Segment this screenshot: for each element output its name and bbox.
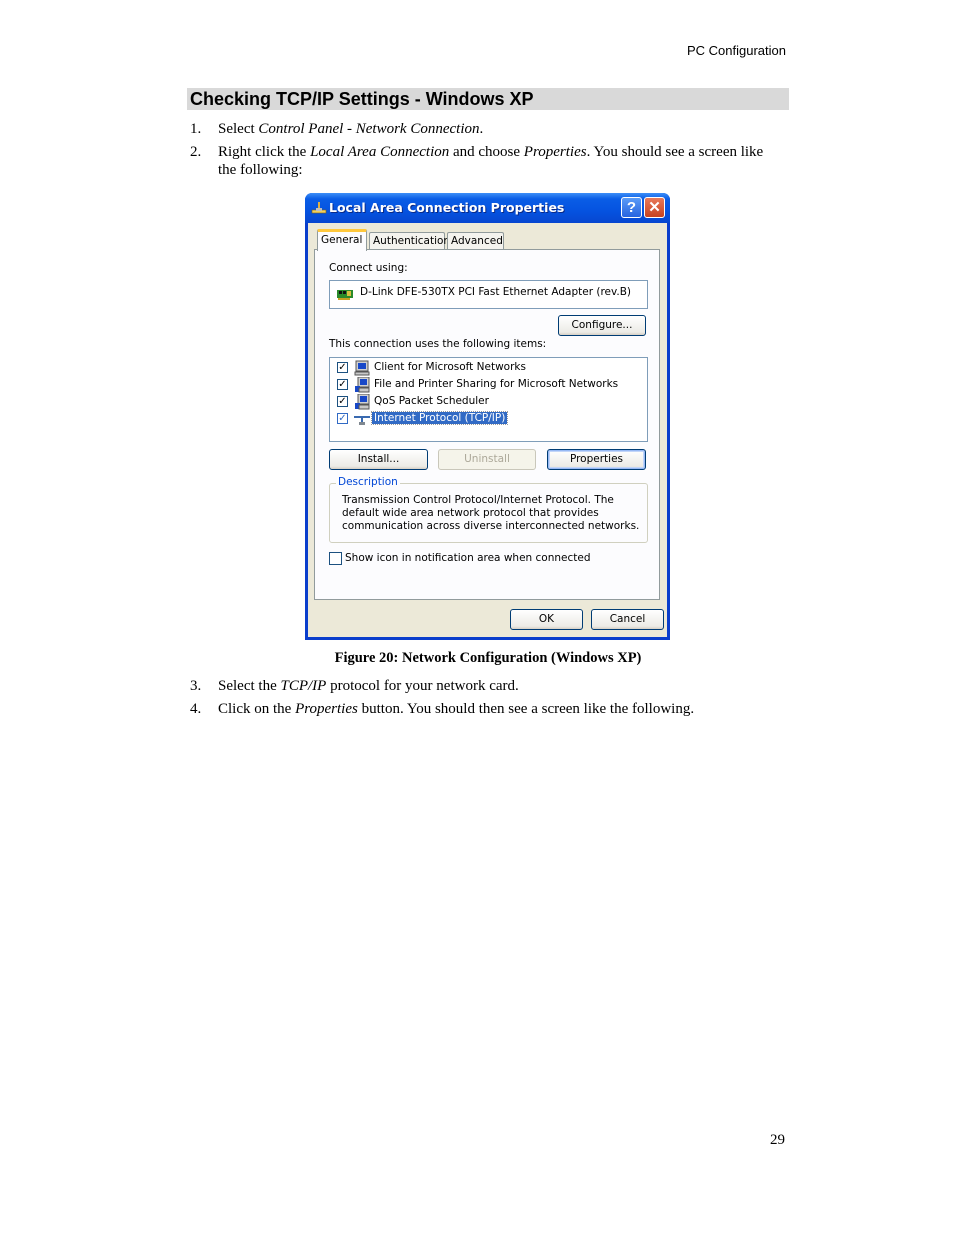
description-legend: Description bbox=[336, 476, 400, 488]
properties-button[interactable]: Properties bbox=[547, 449, 646, 470]
item-checkbox[interactable]: ✓ bbox=[337, 362, 348, 373]
item-label: Client for Microsoft Networks bbox=[374, 361, 526, 373]
ok-button-label: OK bbox=[538, 613, 555, 625]
properties-button-label: Properties bbox=[569, 453, 624, 465]
step-text: Select the TCP/IP protocol for your netw… bbox=[218, 678, 519, 694]
running-head: PC Configuration bbox=[687, 43, 786, 58]
network-client-icon bbox=[354, 360, 370, 376]
general-tab-page: Connect using: D-Link DFE-530TX PCI Fast… bbox=[314, 249, 660, 600]
title-bar[interactable]: Local Area Connection Properties ? ✕ bbox=[305, 193, 670, 223]
dialog-title: Local Area Connection Properties bbox=[329, 200, 565, 215]
item-checkbox[interactable]: ✓ bbox=[337, 396, 348, 407]
list-item-qos-packet-scheduler[interactable]: ✓ QoS Packet Scheduler bbox=[337, 394, 637, 410]
item-label: File and Printer Sharing for Microsoft N… bbox=[374, 378, 619, 390]
configure-button-label: Configure... bbox=[571, 319, 633, 331]
section-heading: Checking TCP/IP Settings - Windows XP bbox=[187, 88, 789, 110]
adapter-name: D-Link DFE-530TX PCI Fast Ethernet Adapt… bbox=[360, 286, 632, 298]
show-icon-label: Show icon in notification area when conn… bbox=[345, 552, 591, 564]
emphasis: Properties bbox=[523, 144, 587, 160]
tab-authentication[interactable]: Authentication bbox=[369, 232, 450, 250]
network-protocol-icon bbox=[354, 416, 370, 425]
item-checkbox[interactable]: ✓ bbox=[337, 379, 348, 390]
step-text: Right click the Local Area Connection an… bbox=[218, 144, 764, 178]
uninstall-button-label: Uninstall bbox=[464, 453, 510, 465]
adapter-field: D-Link DFE-530TX PCI Fast Ethernet Adapt… bbox=[329, 280, 648, 309]
step-number: 3. bbox=[190, 678, 202, 694]
network-service-icon bbox=[355, 377, 370, 393]
page-number: 29 bbox=[770, 1132, 785, 1148]
list-item-file-and-printer-sharing[interactable]: ✓ File and Printer Sharing for Microsoft… bbox=[337, 377, 637, 393]
network-connection-icon bbox=[311, 202, 327, 214]
step-number: 1. bbox=[190, 121, 202, 137]
components-list[interactable]: ✓ Client for Microsoft Networks ✓ File a… bbox=[329, 357, 648, 442]
network-service-icon bbox=[355, 394, 370, 410]
install-button-label: Install... bbox=[357, 453, 400, 465]
close-button[interactable]: ✕ bbox=[644, 197, 665, 218]
emphasis: Control Panel - Network Connection bbox=[258, 121, 480, 137]
ok-button[interactable]: OK bbox=[510, 609, 583, 630]
cancel-button[interactable]: Cancel bbox=[591, 609, 664, 630]
local-area-connection-properties-dialog: Local Area Connection Properties ? ✕ Gen… bbox=[305, 193, 670, 640]
item-checkbox[interactable]: ✓ bbox=[337, 413, 348, 424]
item-label: Internet Protocol (TCP/IP) bbox=[370, 411, 509, 425]
emphasis: TCP/IP bbox=[280, 678, 327, 694]
figure-caption: Figure 20: Network Configuration (Window… bbox=[334, 650, 642, 666]
list-item-client-for-microsoft-networks[interactable]: ✓ Client for Microsoft Networks bbox=[337, 360, 637, 376]
configure-button[interactable]: Configure... bbox=[558, 315, 646, 336]
tab-general[interactable]: General bbox=[317, 229, 367, 251]
connect-using-label: Connect using: bbox=[329, 262, 408, 274]
emphasis: Local Area Connection bbox=[310, 144, 450, 160]
description-text: Transmission Control Protocol/Internet P… bbox=[342, 494, 640, 532]
items-label: This connection uses the following items… bbox=[329, 338, 547, 350]
item-label: QoS Packet Scheduler bbox=[374, 395, 489, 407]
network-adapter-icon bbox=[337, 290, 353, 300]
tab-advanced[interactable]: Advanced bbox=[447, 232, 504, 250]
uninstall-button[interactable]: Uninstall bbox=[438, 449, 536, 470]
step-text: Click on the Properties button. You shou… bbox=[218, 701, 695, 717]
step-text: Select Control Panel - Network Connectio… bbox=[218, 121, 484, 137]
description-group: Description Transmission Control Protoco… bbox=[329, 476, 648, 543]
cancel-button-label: Cancel bbox=[609, 613, 646, 625]
list-item-internet-protocol-tcp-ip[interactable]: ✓ Internet Protocol (TCP/IP) bbox=[337, 411, 637, 427]
install-button[interactable]: Install... bbox=[329, 449, 428, 470]
help-button[interactable]: ? bbox=[621, 197, 642, 218]
dialog-client-area: General Authentication Advanced Connect … bbox=[308, 223, 667, 637]
emphasis: Properties bbox=[295, 701, 358, 717]
step-number: 2. bbox=[190, 144, 202, 160]
show-icon-checkbox[interactable] bbox=[329, 552, 342, 565]
step-number: 4. bbox=[190, 701, 202, 717]
